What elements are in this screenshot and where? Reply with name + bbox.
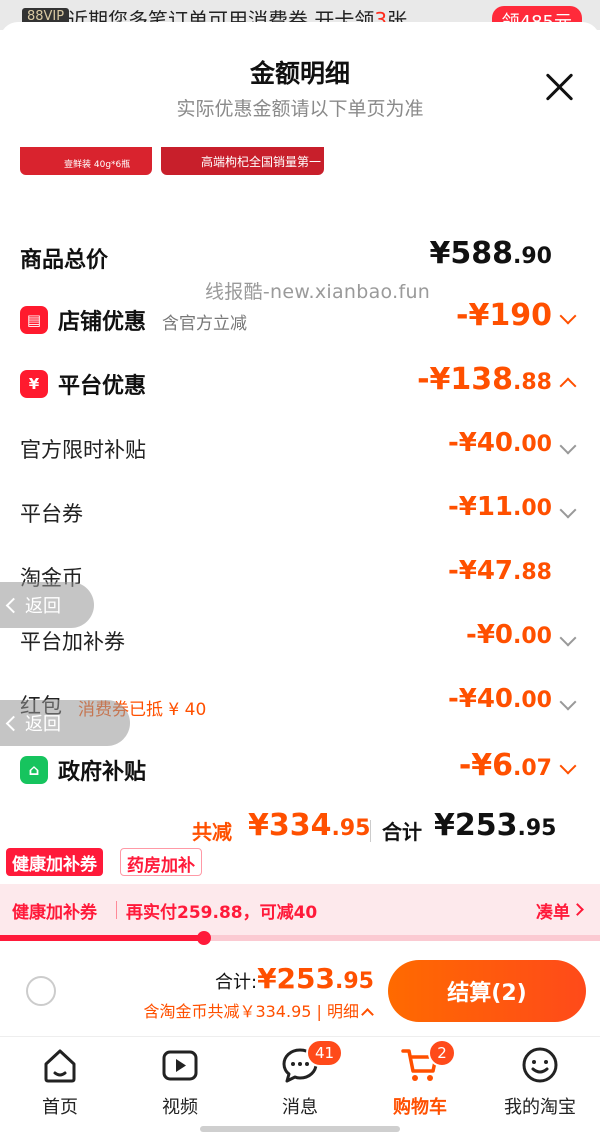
chevron-down-icon xyxy=(559,757,577,775)
chevron-left-icon xyxy=(5,715,22,731)
sheet-title: 金额明细 xyxy=(249,59,350,88)
chevron-up-icon xyxy=(361,1008,374,1021)
video-icon xyxy=(160,1045,200,1085)
amount: -¥40.00 xyxy=(447,428,552,458)
coupon-icon: ¥ xyxy=(20,370,48,398)
amount: -¥6.07 xyxy=(458,748,552,783)
cart-icon: 2 xyxy=(400,1039,456,1085)
sheet-subtitle: 实际优惠金额请以下单页为准 xyxy=(176,98,424,120)
profile-icon xyxy=(520,1045,560,1085)
chevron-down-icon xyxy=(559,693,577,711)
back-button[interactable]: 返回 xyxy=(0,582,94,628)
back-button[interactable]: 返回 xyxy=(0,700,130,746)
tab-cart[interactable]: 2 购物车 xyxy=(360,1039,480,1119)
bottom-tab-bar: 首页 视频 41 消息 2 购物车 我的淘宝 xyxy=(0,1036,600,1142)
tag-health-coupon[interactable]: 健康加补券 xyxy=(6,848,103,876)
tab-video[interactable]: 视频 xyxy=(120,1045,240,1119)
chevron-up-icon xyxy=(559,377,577,395)
select-all-checkbox[interactable] xyxy=(26,976,56,1006)
total-amount: ¥253.95 xyxy=(434,808,557,843)
amount: -¥190 xyxy=(456,298,552,333)
row-official-subsidy[interactable]: 官方限时补贴 -¥40.00 xyxy=(0,428,600,472)
chevron-down-icon xyxy=(559,629,577,647)
checkout-total: 合计:¥253.95 xyxy=(215,962,374,995)
chevron-down-icon xyxy=(559,307,577,325)
amount: -¥11.00 xyxy=(447,492,552,522)
chevron-left-icon xyxy=(5,597,22,613)
chevron-right-icon xyxy=(571,903,584,916)
cart-badge: 2 xyxy=(428,1039,456,1067)
home-icon xyxy=(40,1045,80,1085)
product-thumbnail[interactable]: 壹鲜装 40g*6瓶 xyxy=(20,147,152,175)
product-thumbnail[interactable]: 高端枸杞全国销量第一 xyxy=(161,147,324,175)
amount: -¥47.88 xyxy=(447,556,552,586)
tab-home[interactable]: 首页 xyxy=(0,1045,120,1119)
amount: -¥40.00 xyxy=(447,684,552,714)
tab-my-taobao[interactable]: 我的淘宝 xyxy=(480,1045,600,1119)
row-total-price: 商品总价 ¥588.90 xyxy=(20,236,552,273)
tag-pharmacy-bonus[interactable]: 药房加补 xyxy=(120,848,202,876)
close-icon[interactable] xyxy=(544,72,574,102)
amount: -¥138.88 xyxy=(417,362,552,397)
total-reduction: ¥334.95 xyxy=(248,808,371,843)
checkout-button[interactable]: 结算(2) xyxy=(388,960,586,1022)
row-platform-coupon[interactable]: 平台券 -¥11.00 xyxy=(0,492,600,536)
checkout-detail-toggle[interactable]: 含淘金币共减￥334.95 | 明细 xyxy=(143,998,374,1022)
checkout-bar: 合计:¥253.95 含淘金币共减￥334.95 | 明细 结算(2) xyxy=(0,950,600,1034)
store-icon: ▤ xyxy=(20,306,48,334)
gov-subsidy-icon: ⌂ xyxy=(20,756,48,784)
row-store-discount[interactable]: ▤ 店铺优惠 含官方立减 -¥190 xyxy=(0,298,600,342)
amount-summary: 共减 ¥334.95 合计 ¥253.95 xyxy=(192,808,557,844)
chevron-down-icon xyxy=(559,437,577,455)
promo-bar[interactable]: 健康加补券 再实付259.88，可减40 凑单 xyxy=(0,884,600,936)
chevron-down-icon xyxy=(559,501,577,519)
home-indicator xyxy=(200,1126,400,1132)
amount: -¥0.00 xyxy=(466,620,552,650)
tab-messages[interactable]: 41 消息 xyxy=(240,1039,360,1119)
row-platform-discount[interactable]: ¥ 平台优惠 -¥138.88 xyxy=(0,362,600,406)
promo-progress xyxy=(0,931,600,945)
amount: ¥588.90 xyxy=(429,236,552,271)
row-platform-extra-coupon[interactable]: 平台加补券 -¥0.00 xyxy=(0,620,600,664)
message-icon: 41 xyxy=(280,1039,344,1085)
row-gov-subsidy[interactable]: ⌂ 政府补贴 -¥6.07 xyxy=(0,748,600,792)
add-items-link[interactable]: 凑单 xyxy=(536,898,570,923)
message-badge: 41 xyxy=(306,1039,344,1067)
